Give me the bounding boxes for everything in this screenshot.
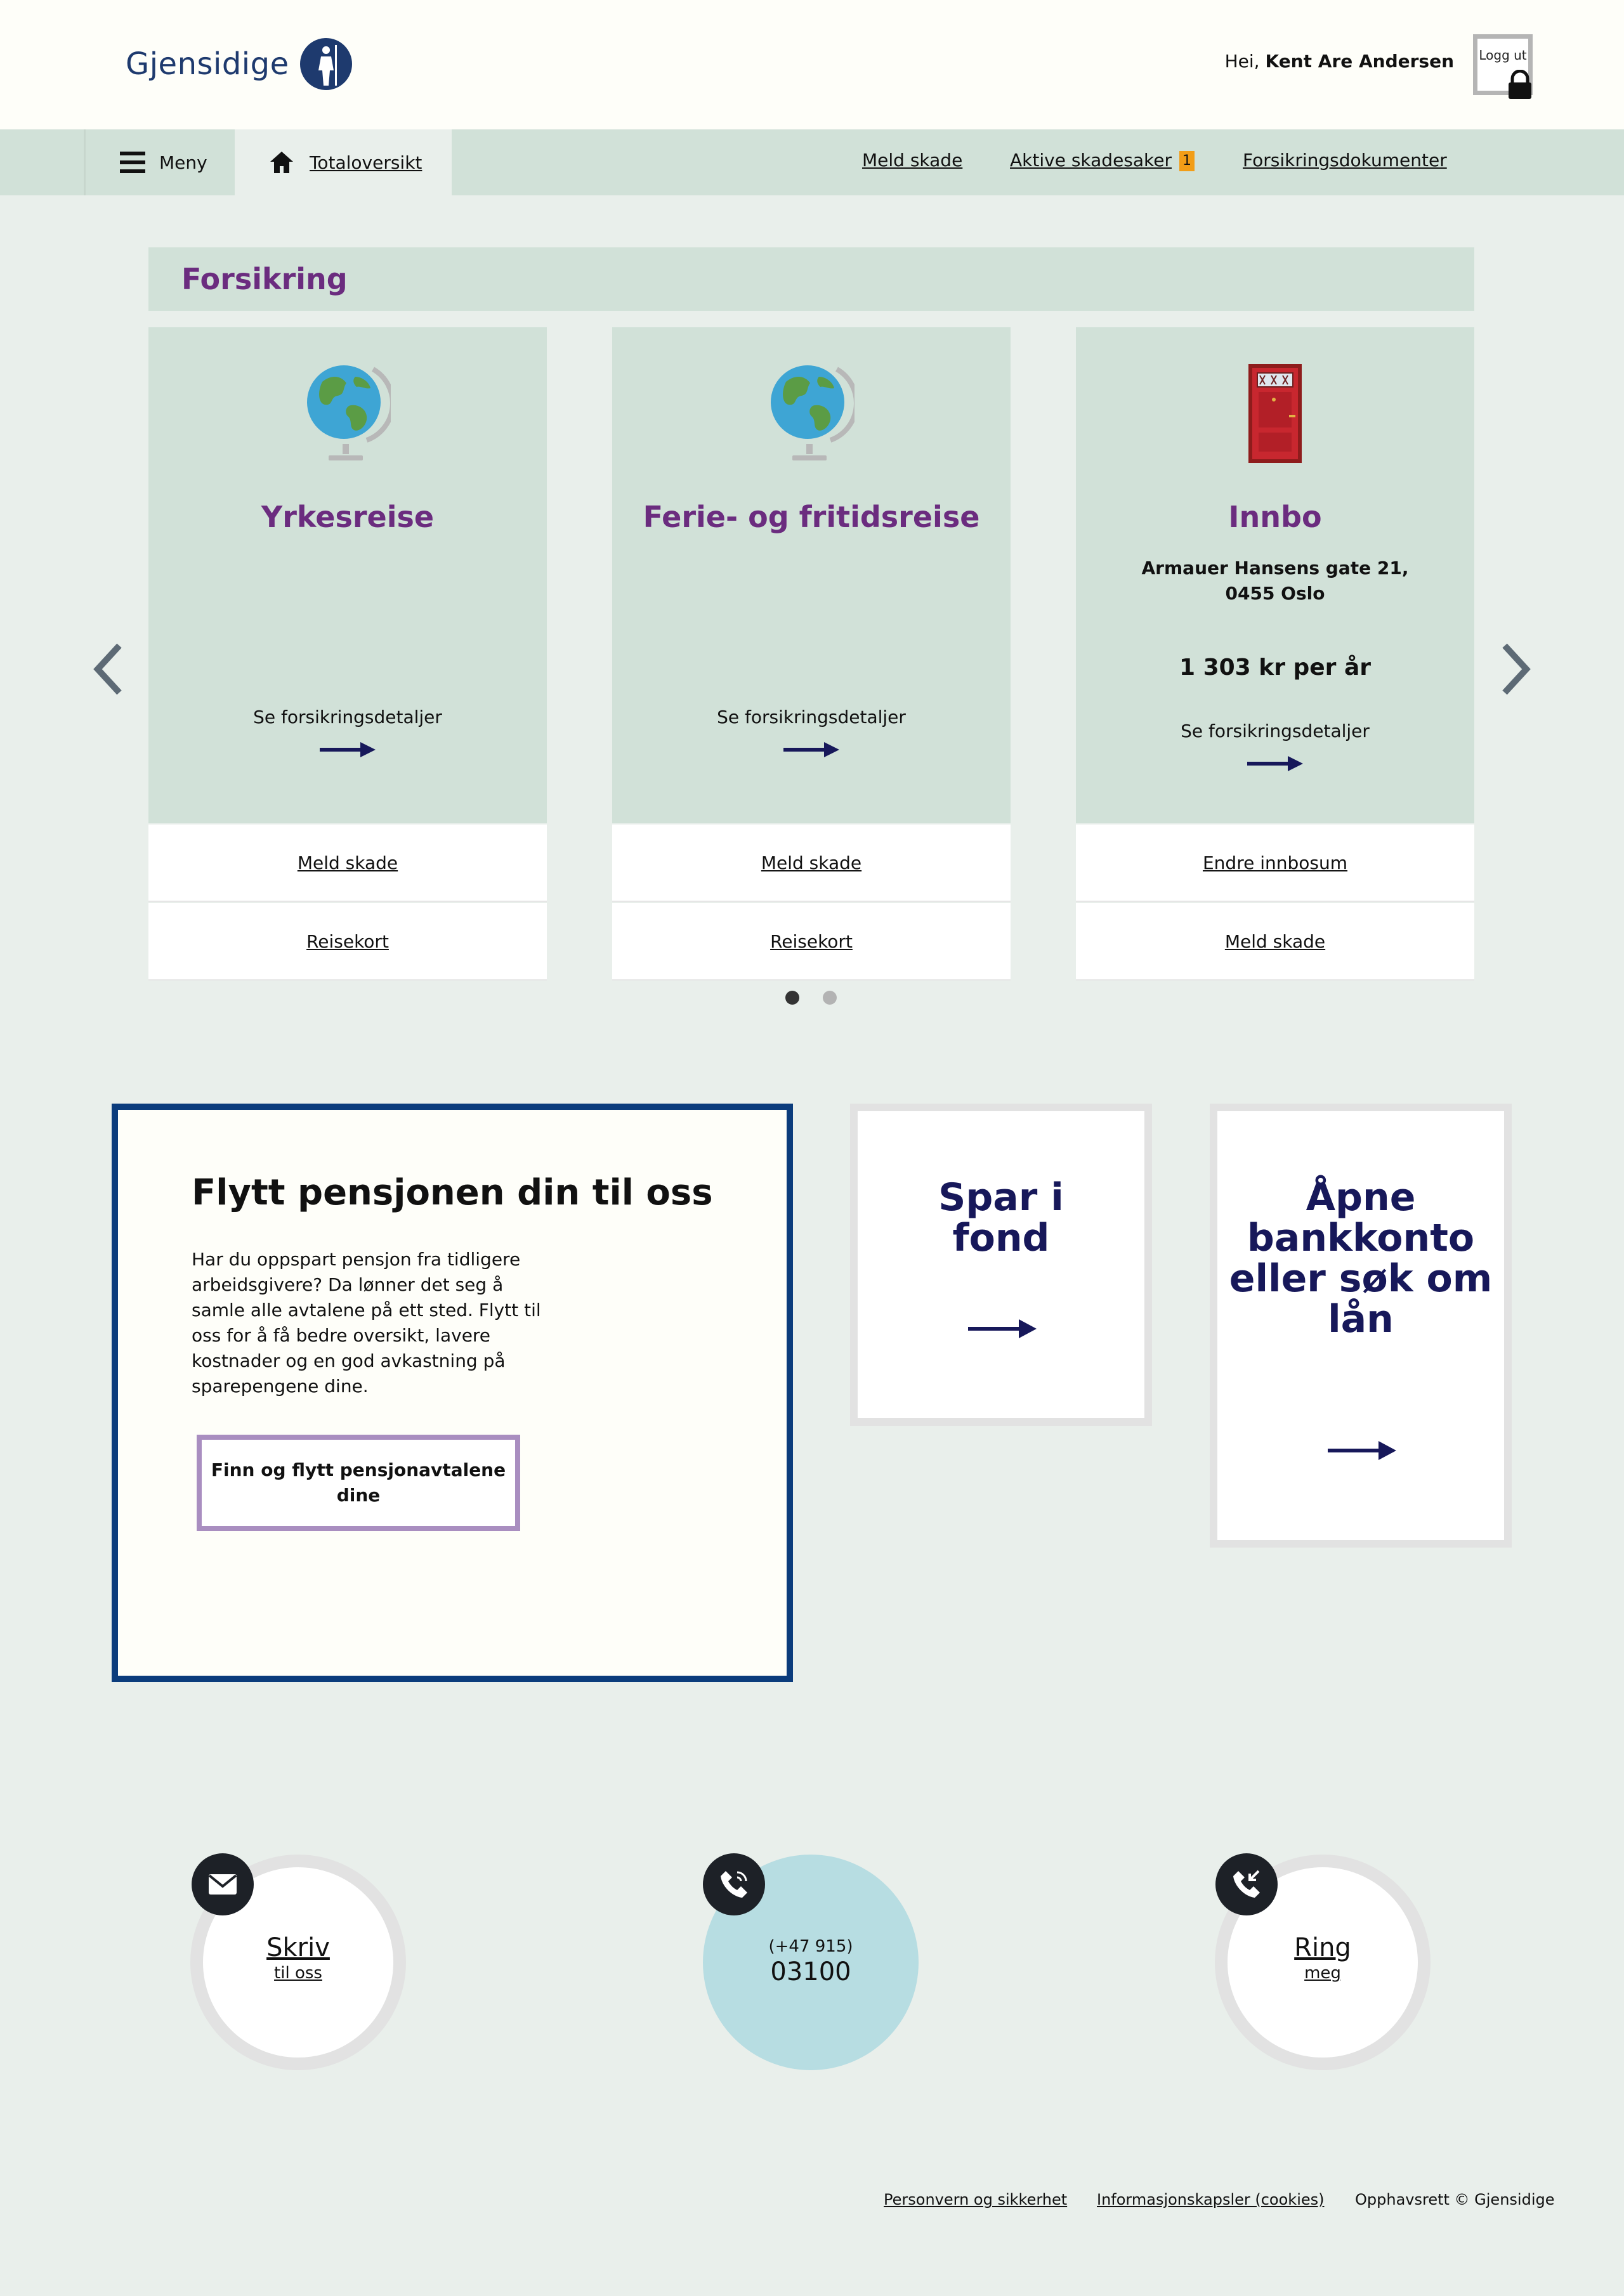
globe-icon — [771, 365, 855, 460]
card-action-endre-innbosum[interactable]: Endre innbosum — [1076, 825, 1474, 902]
home-label: Totaloversikt — [310, 152, 422, 173]
phone-prefix: (+47 915) — [768, 1937, 853, 1956]
insurance-section-header: Forsikring — [148, 247, 1474, 311]
envelope-icon — [192, 1853, 254, 1915]
phone-icon — [703, 1853, 765, 1915]
chevron-left-icon[interactable] — [89, 641, 127, 698]
card-action-meld-skade[interactable]: Meld skade — [612, 825, 1011, 902]
card-action-meld-skade[interactable]: Meld skade — [1076, 903, 1474, 981]
hamburger-icon — [120, 152, 145, 173]
details-link[interactable]: Se forsikringsdetaljer — [612, 707, 1011, 727]
arrow-right-icon — [1247, 756, 1303, 771]
section-title: Forsikring — [181, 262, 348, 296]
card-title: Innbo — [1228, 500, 1322, 534]
insurance-card-ferie[interactable]: Ferie- og fritidsreise Se forsikringsdet… — [612, 327, 1011, 823]
logo-icon — [299, 38, 352, 90]
tab-totaloversikt[interactable]: Totaloversikt — [235, 129, 452, 195]
contact-call-me-title: Ring — [1294, 1933, 1351, 1962]
nav-link-aktive-skadesaker[interactable]: Aktive skadesaker 1 — [1010, 150, 1195, 171]
card-action-reisekort[interactable]: Reisekort — [148, 903, 547, 981]
arrow-right-icon — [968, 1319, 1037, 1338]
menu-label: Meny — [159, 152, 207, 173]
user-name: Kent Are Andersen — [1265, 51, 1454, 72]
find-pension-label: Finn og flytt pensjonavtalene dine — [211, 1459, 506, 1506]
card-address: Armauer Hansens gate 21, 0455 Oslo — [1141, 558, 1409, 604]
card-price: 1 303 kr per år — [1179, 655, 1371, 681]
arrow-right-icon — [320, 742, 376, 757]
logout-label: Logg ut — [1479, 48, 1527, 63]
chevron-right-icon[interactable] — [1497, 641, 1535, 698]
claims-count-badge: 1 — [1179, 151, 1195, 171]
footer-link-cookies[interactable]: Informasjonskapsler (cookies) — [1097, 2191, 1325, 2208]
tile-title: Spar i fond — [938, 1175, 1064, 1260]
insurance-card-yrkesreise[interactable]: Yrkesreise Se forsikringsdetaljer — [148, 327, 547, 823]
phone-callback-icon — [1215, 1853, 1278, 1915]
card-title: Ferie- og fritidsreise — [643, 500, 980, 534]
menu-button[interactable]: Meny — [84, 129, 235, 195]
card-action-reisekort[interactable]: Reisekort — [612, 903, 1011, 981]
aktive-skadesaker-label: Aktive skadesaker — [1010, 150, 1172, 171]
contact-write-title: Skriv — [266, 1933, 330, 1962]
arrow-right-icon — [1328, 1441, 1396, 1460]
arrow-right-icon — [783, 742, 839, 757]
contact-write-sub: til oss — [274, 1964, 322, 1983]
tile-bankkonto[interactable]: Åpne bankkonto eller søk om lån — [1210, 1104, 1512, 1548]
user-greeting: Hei, Kent Are Andersen — [1225, 51, 1454, 72]
footer-link-personvern[interactable]: Personvern og sikkerhet — [884, 2191, 1067, 2208]
tile-spar-i-fond[interactable]: Spar i fond — [850, 1104, 1152, 1426]
phone-number: 03100 — [770, 1957, 851, 1986]
card-action-meld-skade[interactable]: Meld skade — [148, 825, 547, 902]
details-link[interactable]: Se forsikringsdetaljer — [148, 707, 547, 727]
promo-body: Har du oppspart pensjon fra tidligere ar… — [192, 1249, 541, 1397]
find-pension-button[interactable]: Finn og flytt pensjonavtalene dine — [197, 1435, 520, 1531]
greeting-prefix: Hei, — [1224, 51, 1266, 72]
insurance-card-innbo[interactable]: Innbo Armauer Hansens gate 21, 0455 Oslo… — [1076, 327, 1474, 823]
footer-copyright: Opphavsrett © Gjensidige — [1355, 2191, 1555, 2208]
promo-title: Flytt pensjonen din til oss — [192, 1172, 713, 1213]
door-icon — [1248, 364, 1302, 463]
carousel-dot-1[interactable] — [785, 991, 799, 1005]
carousel-dot-2[interactable] — [823, 991, 837, 1005]
card-title: Yrkesreise — [261, 500, 435, 534]
logo[interactable]: Gjensidige — [126, 36, 353, 93]
lock-icon — [1509, 70, 1531, 99]
nav-link-forsikringsdokumenter[interactable]: Forsikringsdokumenter — [1243, 150, 1447, 171]
tile-title: Åpne bankkonto eller søk om lån — [1229, 1175, 1493, 1341]
globe-icon — [307, 365, 391, 460]
contact-call-me-sub: meg — [1304, 1964, 1341, 1983]
nav-link-meld-skade[interactable]: Meld skade — [862, 150, 962, 171]
pension-promo: Flytt pensjonen din til oss Har du oppsp… — [112, 1104, 793, 1682]
home-icon — [270, 152, 293, 173]
details-link[interactable]: Se forsikringsdetaljer — [1076, 721, 1474, 741]
logo-text: Gjensidige — [126, 46, 289, 82]
